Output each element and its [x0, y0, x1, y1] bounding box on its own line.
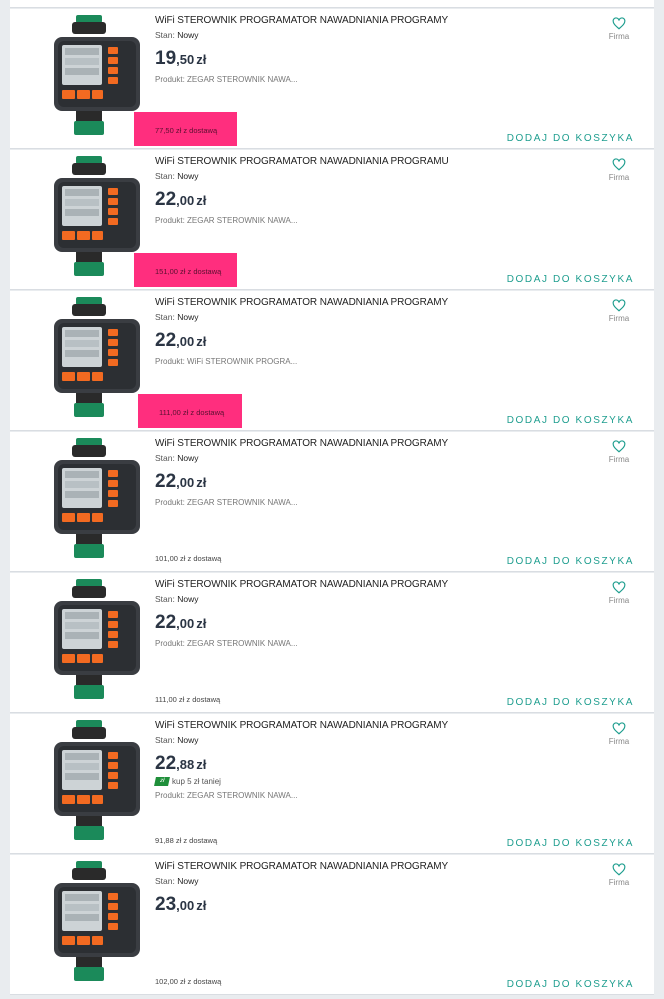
listing-condition: Stan: Nowy [155, 312, 199, 322]
listing-info: WiFi STEROWNIK PROGRAMATOR NAWADNIANIA P… [155, 438, 595, 507]
seller-type-label: Firma [608, 32, 630, 41]
heart-outline-icon [612, 863, 626, 876]
product-thumbnail[interactable] [36, 156, 146, 282]
heart-outline-icon [612, 440, 626, 453]
seller-type-label: Firma [608, 314, 630, 323]
seller-type-label: Firma [608, 455, 630, 464]
listing-price: 19,50 zł [155, 48, 207, 69]
listing-title[interactable]: WiFi STEROWNIK PROGRAMATOR NAWADNIANIA P… [155, 297, 595, 309]
shipping-price: 91,88 zł z dostawą [155, 836, 218, 845]
listing-title[interactable]: WiFi STEROWNIK PROGRAMATOR NAWADNIANIA P… [155, 15, 595, 27]
shipping-price: 111,00 zł z dostawą [155, 695, 221, 704]
shipping-price: 151,00 zł z dostawą [134, 253, 237, 287]
listing-price: 22,00 zł [155, 471, 207, 492]
add-to-cart-button[interactable]: DODAJ DO KOSZYKA [507, 133, 634, 144]
water-timer-image [54, 156, 140, 276]
listing-condition: Stan: Nowy [155, 453, 199, 463]
favorite-button[interactable]: Firma [604, 863, 634, 887]
listing-price: 23,00 zł [155, 894, 207, 915]
listing-title[interactable]: WiFi STEROWNIK PROGRAMATOR NAWADNIANIA P… [155, 720, 595, 732]
listing-condition: Stan: Nowy [155, 876, 199, 886]
listing-info: WiFi STEROWNIK PROGRAMATOR NAWADNIANIA P… [155, 15, 595, 84]
seller-type-label: Firma [608, 737, 630, 746]
heart-outline-icon [612, 581, 626, 594]
listing-info: WiFi STEROWNIK PROGRAMATOR NAWADNIANIA P… [154, 720, 595, 800]
listing-card[interactable]: WiFi STEROWNIK PROGRAMATOR NAWADNIANIA P… [10, 432, 654, 572]
shipping-price: 102,00 zł z dostawą [155, 977, 222, 986]
listing-list: WiFi STEROWNIK PROGRAMATOR NAWADNIANIA P… [0, 0, 654, 998]
add-to-cart-button[interactable]: DODAJ DO KOSZYKA [507, 556, 634, 567]
water-timer-image [54, 15, 140, 135]
listing-price: 22,00 zł [155, 330, 207, 351]
add-to-cart-button[interactable]: DODAJ DO KOSZYKA [507, 979, 634, 990]
favorite-button[interactable]: Firma [604, 17, 634, 41]
listing-info: WiFi STEROWNIK PROGRAMATOR NAWADNIANIA P… [155, 579, 595, 648]
product-name[interactable]: Produkt: WiFi STEROWNIK PROGRA... [155, 357, 595, 366]
product-name[interactable]: Produkt: ZEGAR STEROWNIK NAWA... [155, 216, 595, 225]
listing-card[interactable]: WiFi STEROWNIK PROGRAMATOR NAWADNIANIA P… [10, 855, 654, 995]
list-top-edge [10, 0, 654, 8]
listing-condition: Stan: Nowy [155, 171, 199, 181]
listing-card[interactable]: WiFi STEROWNIK PROGRAMATOR NAWADNIANIA P… [10, 573, 654, 713]
product-name[interactable]: Produkt: ZEGAR STEROWNIK NAWA... [155, 791, 595, 800]
listing-price: 22,00 zł [155, 612, 207, 633]
listing-info: WiFi STEROWNIK PROGRAMATOR NAWADNIANIA P… [155, 861, 595, 916]
listing-info: WiFi STEROWNIK PROGRAMATOR NAWADNIANIA P… [155, 156, 595, 225]
listing-condition: Stan: Nowy [155, 594, 199, 604]
listing-title[interactable]: WiFi STEROWNIK PROGRAMATOR NAWADNIANIA P… [155, 156, 595, 168]
product-thumbnail[interactable] [36, 861, 146, 987]
discount-badge-icon: zł [154, 777, 170, 786]
add-to-cart-button[interactable]: DODAJ DO KOSZYKA [507, 415, 634, 426]
heart-outline-icon [612, 299, 626, 312]
product-thumbnail[interactable] [36, 720, 146, 846]
add-to-cart-button[interactable]: DODAJ DO KOSZYKA [507, 697, 634, 708]
listing-title[interactable]: WiFi STEROWNIK PROGRAMATOR NAWADNIANIA P… [155, 438, 595, 450]
favorite-button[interactable]: Firma [604, 581, 634, 605]
seller-type-label: Firma [608, 173, 630, 182]
product-name[interactable]: Produkt: ZEGAR STEROWNIK NAWA... [155, 75, 595, 84]
water-timer-image [54, 579, 140, 699]
shipping-price: 77,50 zł z dostawą [134, 112, 237, 146]
product-thumbnail[interactable] [36, 297, 146, 423]
product-thumbnail[interactable] [36, 438, 146, 564]
add-to-cart-button[interactable]: DODAJ DO KOSZYKA [507, 838, 634, 849]
heart-outline-icon [612, 17, 626, 30]
favorite-button[interactable]: Firma [604, 722, 634, 746]
favorite-button[interactable]: Firma [604, 158, 634, 182]
product-thumbnail[interactable] [36, 15, 146, 141]
listing-title[interactable]: WiFi STEROWNIK PROGRAMATOR NAWADNIANIA P… [155, 861, 595, 873]
listing-price: 22,88 zł [155, 753, 207, 774]
favorite-button[interactable]: Firma [604, 299, 634, 323]
listing-card[interactable]: WiFi STEROWNIK PROGRAMATOR NAWADNIANIA P… [10, 714, 654, 854]
listing-title[interactable]: WiFi STEROWNIK PROGRAMATOR NAWADNIANIA P… [155, 579, 595, 591]
water-timer-image [54, 438, 140, 558]
product-name[interactable]: Produkt: ZEGAR STEROWNIK NAWA... [155, 498, 595, 507]
listing-condition: Stan: Nowy [155, 735, 199, 745]
favorite-button[interactable]: Firma [604, 440, 634, 464]
promo-line: zł kup 5 zł taniej [154, 777, 595, 786]
listing-condition: Stan: Nowy [155, 30, 199, 40]
water-timer-image [54, 297, 140, 417]
listing-card[interactable]: WiFi STEROWNIK PROGRAMATOR NAWADNIANIA P… [10, 9, 654, 149]
heart-outline-icon [612, 158, 626, 171]
water-timer-image [54, 720, 140, 840]
seller-type-label: Firma [608, 878, 630, 887]
add-to-cart-button[interactable]: DODAJ DO KOSZYKA [507, 274, 634, 285]
shipping-price: 111,00 zł z dostawą [138, 394, 242, 428]
product-name[interactable]: Produkt: ZEGAR STEROWNIK NAWA... [155, 639, 595, 648]
heart-outline-icon [612, 722, 626, 735]
shipping-price: 101,00 zł z dostawą [155, 554, 222, 563]
listing-price: 22,00 zł [155, 189, 207, 210]
listing-info: WiFi STEROWNIK PROGRAMATOR NAWADNIANIA P… [155, 297, 595, 366]
product-thumbnail[interactable] [36, 579, 146, 705]
seller-type-label: Firma [608, 596, 630, 605]
listing-card[interactable]: WiFi STEROWNIK PROGRAMATOR NAWADNIANIA P… [10, 291, 654, 431]
listing-card[interactable]: WiFi STEROWNIK PROGRAMATOR NAWADNIANIA P… [10, 150, 654, 290]
water-timer-image [54, 861, 140, 981]
